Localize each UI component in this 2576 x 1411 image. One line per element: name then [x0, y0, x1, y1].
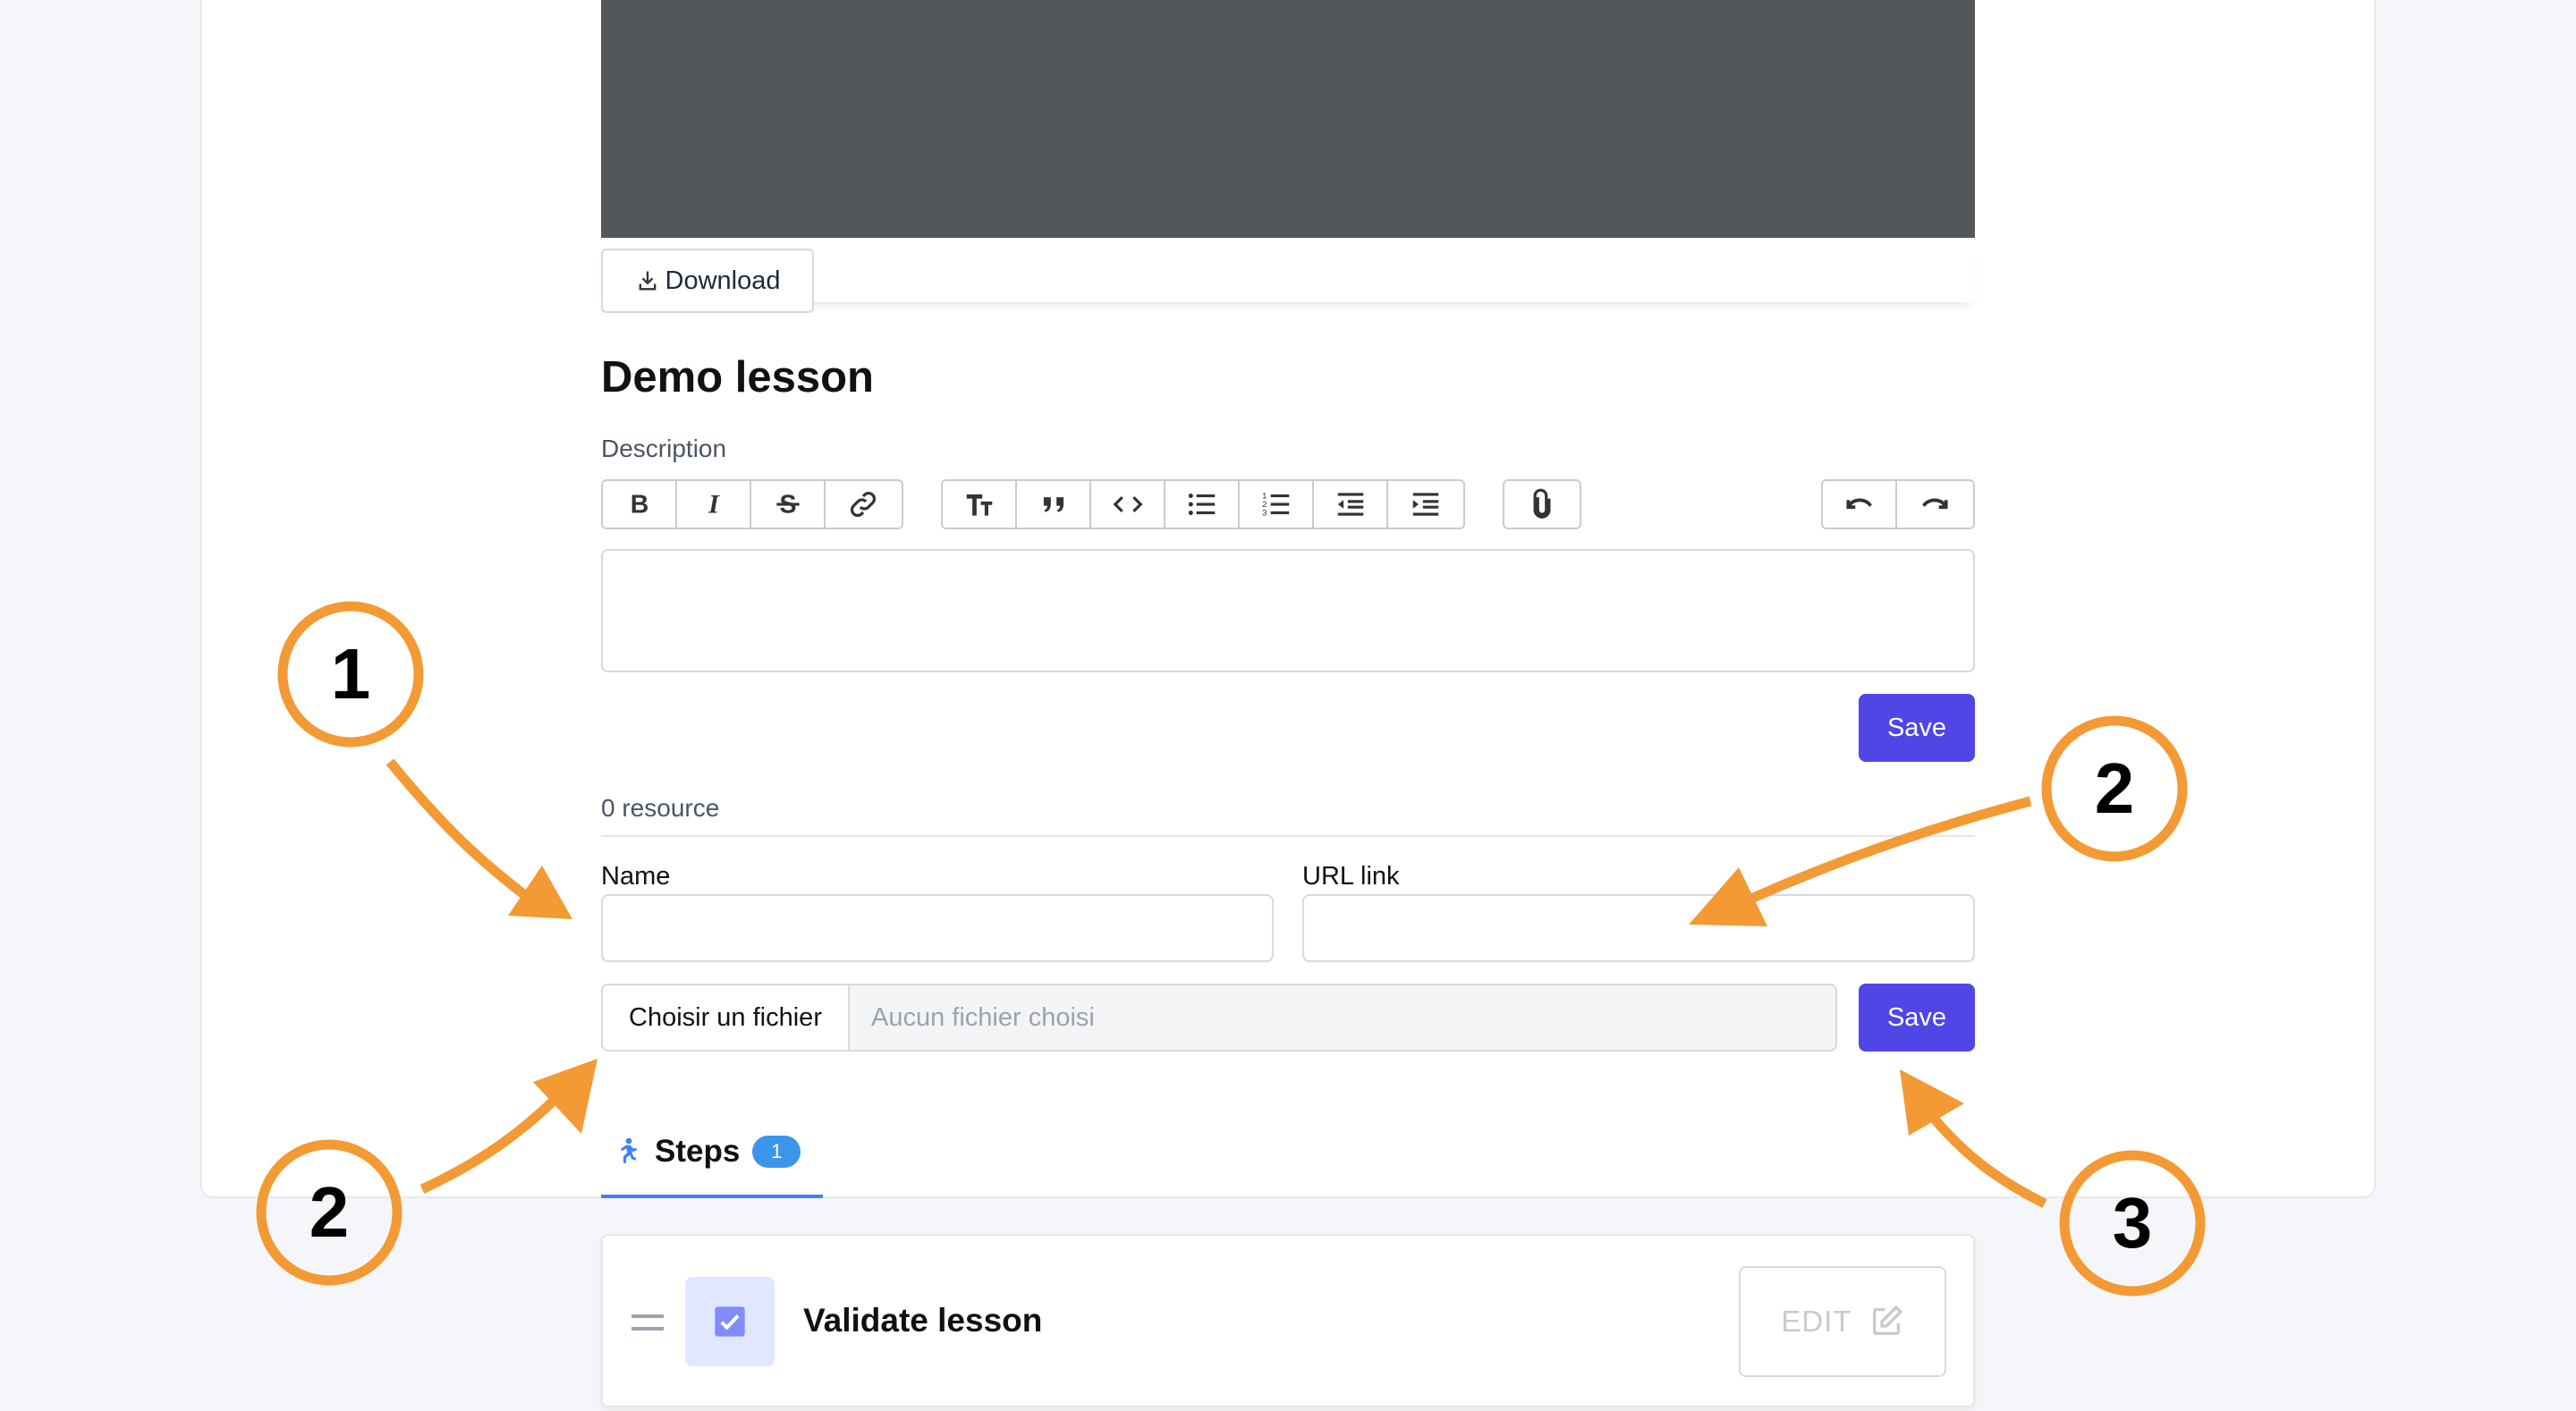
callout-number-2-right: 2	[2094, 748, 2135, 828]
attach-icon	[1533, 488, 1551, 519]
callout-number-3: 3	[2112, 1183, 2153, 1263]
bold-button[interactable]: B	[603, 481, 677, 528]
step-item: Validate lesson EDIT	[601, 1234, 1975, 1407]
undo-icon	[1845, 498, 1872, 510]
outdent-icon	[1337, 493, 1363, 516]
indent-button[interactable]	[1388, 481, 1462, 528]
resource-url-input[interactable]	[1302, 894, 1975, 962]
resource-name-input[interactable]	[601, 894, 1274, 962]
edit-label: EDIT	[1781, 1305, 1852, 1338]
download-button[interactable]: Download	[601, 249, 814, 313]
resource-count: 0 resource	[601, 794, 720, 822]
code-icon	[1113, 495, 1142, 513]
bullet-list-button[interactable]	[1165, 481, 1240, 528]
resource-file-input[interactable]: Choisir un fichier Aucun fichier choisi	[601, 984, 1837, 1052]
numbered-list-icon: 123	[1262, 492, 1289, 519]
bold-icon: B	[630, 491, 648, 520]
download-label: Download	[665, 266, 781, 295]
file-status: Aucun fichier choisi	[871, 1002, 1095, 1032]
edit-step-button[interactable]: EDIT	[1739, 1266, 1946, 1377]
redo-button[interactable]	[1897, 481, 1971, 528]
save-description-button[interactable]: Save	[1859, 694, 1975, 762]
steps-tab-label: Steps	[655, 1134, 741, 1169]
url-label: URL link	[1302, 862, 1400, 891]
callout-number-1: 1	[330, 634, 371, 714]
checkbox-icon	[715, 1306, 745, 1337]
undo-button[interactable]	[1823, 481, 1897, 528]
callout-number-2-left: 2	[309, 1172, 350, 1252]
download-icon	[639, 271, 656, 291]
redo-icon	[1921, 498, 1948, 510]
toolbar-attach-group	[1503, 479, 1581, 529]
attach-button[interactable]	[1504, 481, 1580, 528]
toolbar-block-group: 123	[941, 479, 1465, 529]
toolbar-text-style-group: B I S	[601, 479, 903, 529]
strikethrough-icon: S	[775, 491, 800, 520]
bullet-list-icon	[1188, 493, 1215, 516]
drag-handle-icon[interactable]	[631, 1314, 664, 1331]
link-icon	[850, 492, 876, 517]
video-player[interactable]	[601, 0, 1975, 238]
save-resource-button[interactable]: Save	[1859, 984, 1975, 1052]
code-button[interactable]	[1091, 481, 1165, 528]
italic-icon: I	[708, 489, 720, 520]
step-type-icon-box	[685, 1277, 775, 1366]
outdent-button[interactable]	[1314, 481, 1388, 528]
numbered-list-button[interactable]: 123	[1240, 481, 1314, 528]
heading-button[interactable]	[943, 481, 1017, 528]
link-button[interactable]	[826, 481, 900, 528]
toolbar-history-group	[1821, 479, 1975, 529]
step-title: Validate lesson	[803, 1302, 1043, 1339]
edit-icon	[1872, 1305, 1902, 1335]
choose-file-button[interactable]: Choisir un fichier	[603, 985, 850, 1050]
name-label: Name	[601, 862, 671, 891]
description-editor[interactable]	[601, 549, 1975, 672]
svg-text:I: I	[708, 489, 720, 520]
steps-count-badge: 1	[752, 1136, 801, 1168]
tab-steps[interactable]: Steps 1	[601, 1109, 823, 1198]
svg-text:3: 3	[1262, 509, 1267, 519]
resource-divider	[601, 835, 1975, 837]
svg-text:B: B	[630, 491, 648, 520]
heading-icon	[966, 494, 992, 516]
strikethrough-button[interactable]: S	[751, 481, 826, 528]
italic-button[interactable]: I	[677, 481, 751, 528]
running-person-icon	[621, 1137, 637, 1163]
description-label: Description	[601, 435, 727, 462]
quote-button[interactable]	[1017, 481, 1091, 528]
indent-icon	[1412, 493, 1438, 516]
lesson-title: Demo lesson	[601, 353, 874, 401]
quote-icon	[1043, 497, 1063, 512]
